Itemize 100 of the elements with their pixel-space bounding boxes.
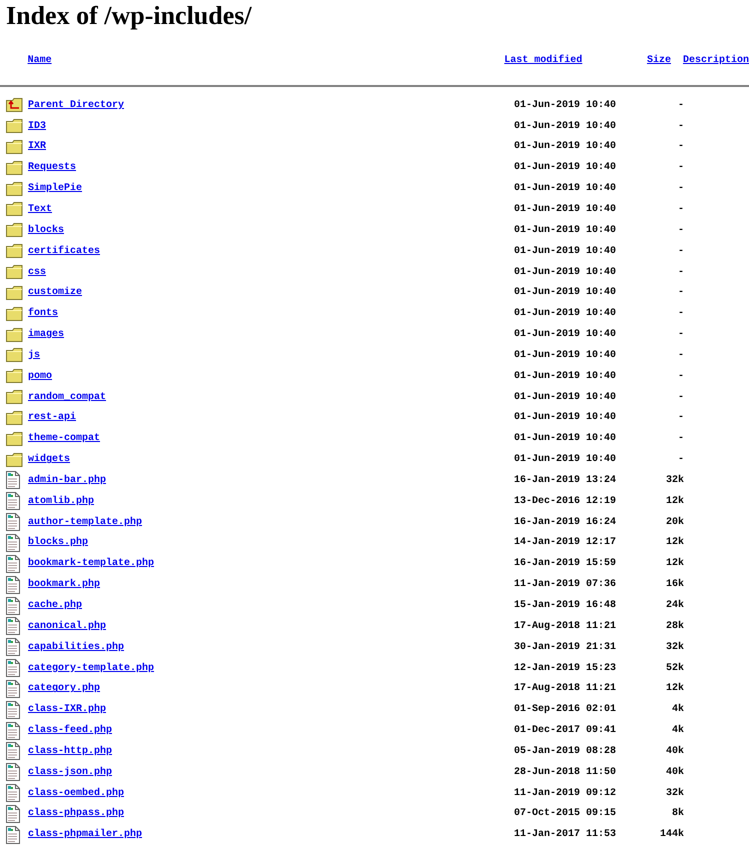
modified-date: 17-Aug-2018 11:21 — [514, 683, 618, 694]
directory-entry-link[interactable]: bookmark.php — [28, 579, 100, 590]
directory-entry-link[interactable]: class-phpass.php — [28, 808, 124, 820]
directory-entry-link[interactable]: canonical.php — [28, 620, 106, 632]
directory-entry-link[interactable]: widgets — [28, 454, 70, 466]
file-size: 20k — [664, 516, 684, 528]
modified-date: 01-Jun-2019 10:40 — [514, 392, 618, 403]
directory-entry-link[interactable]: bookmark-template.php — [28, 558, 154, 570]
folder-icon — [6, 369, 24, 384]
modified-date: 30-Jan-2019 21:31 — [514, 642, 618, 653]
directory-entry-link[interactable]: admin-bar.php — [28, 474, 106, 486]
modified-date: 01-Jun-2019 10:40 — [514, 162, 618, 174]
directory-entry-link[interactable]: Parent Directory — [28, 100, 124, 111]
folder-icon — [6, 223, 24, 238]
document-icon — [6, 826, 20, 844]
document-icon — [6, 784, 20, 802]
file-size: - — [676, 308, 684, 320]
modified-date: 01-Jun-2019 10:40 — [514, 141, 618, 152]
directory-entry-link[interactable]: IXR — [28, 141, 46, 152]
directory-entry-link[interactable]: atomlib.php — [28, 496, 94, 507]
modified-date: 01-Jun-2019 10:40 — [514, 120, 618, 132]
document-icon — [6, 576, 20, 594]
file-size: - — [676, 350, 684, 361]
modified-date: 16-Jan-2019 13:24 — [514, 474, 618, 486]
directory-entry-link[interactable]: ID3 — [28, 120, 46, 132]
directory-entry-link[interactable]: css — [28, 266, 46, 278]
directory-entry-link[interactable]: SimplePie — [28, 183, 82, 194]
file-size: 32k — [664, 642, 684, 653]
directory-entry-link[interactable]: blocks — [28, 224, 64, 236]
modified-date: 01-Jun-2019 10:40 — [514, 370, 618, 382]
directory-entry-link[interactable]: js — [28, 350, 40, 361]
directory-entry-link[interactable]: cache.php — [28, 600, 82, 612]
file-size: 24k — [664, 600, 684, 612]
modified-date: 01-Jun-2019 10:40 — [514, 224, 618, 236]
directory-entry-link[interactable]: class-feed.php — [28, 725, 112, 736]
folder-icon — [6, 390, 24, 404]
modified-date: 01-Jun-2019 10:40 — [514, 287, 618, 298]
file-size: 52k — [664, 662, 684, 674]
document-icon — [6, 617, 20, 636]
folder-icon — [6, 410, 24, 425]
file-size: - — [676, 141, 684, 152]
directory-entry-link[interactable]: theme-compat — [28, 433, 100, 444]
modified-date: 16-Jan-2019 16:24 — [514, 516, 618, 528]
file-size: 32k — [664, 788, 684, 799]
directory-entry-link[interactable]: blocks.php — [28, 537, 88, 548]
last-modified-column-link[interactable]: Last modified — [504, 54, 582, 66]
file-size: 12k — [664, 683, 684, 694]
folder-icon — [6, 328, 24, 342]
modified-date: 01-Jun-2019 10:40 — [514, 454, 618, 466]
document-icon — [6, 492, 20, 510]
directory-entry-link[interactable]: class-phpmailer.php — [28, 829, 142, 840]
modified-date: 01-Jun-2019 10:40 — [514, 100, 618, 111]
directory-entry-link[interactable]: author-template.php — [28, 516, 142, 528]
folder-icon — [6, 119, 24, 134]
directory-entry-link[interactable]: class-IXR.php — [28, 704, 106, 716]
folder-icon — [6, 348, 24, 362]
folder-icon — [6, 202, 24, 216]
directory-entry-link[interactable]: Text — [28, 204, 52, 215]
directory-entry-link[interactable]: class-http.php — [28, 746, 112, 757]
directory-entry-link[interactable]: Requests — [28, 162, 76, 174]
modified-date: 05-Jan-2019 08:28 — [514, 746, 618, 757]
document-icon — [6, 722, 20, 740]
document-icon — [6, 638, 20, 656]
folder-icon — [6, 182, 24, 196]
directory-entry-link[interactable]: customize — [28, 287, 82, 298]
description-column-link[interactable]: Description — [682, 54, 749, 66]
directory-entry-link[interactable]: random_compat — [28, 392, 106, 403]
directory-entry-link[interactable]: class-oembed.php — [28, 788, 124, 799]
modified-date: 15-Jan-2019 16:48 — [514, 600, 618, 612]
file-size: - — [676, 204, 684, 215]
modified-date: 14-Jan-2019 12:17 — [514, 537, 618, 548]
directory-entry-link[interactable]: rest-api — [28, 412, 76, 424]
directory-entry-link[interactable]: category.php — [28, 683, 100, 694]
file-size: - — [676, 454, 684, 466]
file-size: 40k — [664, 746, 684, 757]
file-size: - — [676, 246, 684, 257]
file-size: - — [676, 287, 684, 298]
document-icon — [6, 804, 20, 823]
file-size: 32k — [664, 474, 684, 486]
file-size: - — [676, 120, 684, 132]
file-size: 144k — [658, 829, 684, 840]
directory-entry-link[interactable]: images — [28, 329, 64, 340]
directory-entry-link[interactable]: fonts — [28, 308, 58, 320]
file-size: - — [676, 224, 684, 236]
size-column-link[interactable]: Size — [646, 54, 671, 66]
directory-entry-link[interactable]: pomo — [28, 370, 52, 382]
directory-entry-link[interactable]: class-json.php — [28, 766, 112, 778]
file-size: 12k — [664, 537, 684, 548]
modified-date: 16-Jan-2019 15:59 — [514, 558, 618, 570]
document-icon — [6, 513, 20, 532]
directory-entry-link[interactable]: category-template.php — [28, 662, 154, 674]
file-size: - — [676, 100, 684, 111]
modified-date: 01-Jun-2019 10:40 — [514, 183, 618, 194]
directory-entry-link[interactable]: capabilities.php — [28, 642, 124, 653]
file-size: - — [676, 329, 684, 340]
name-column-link[interactable]: Name — [28, 54, 52, 66]
modified-date: 01-Jun-2019 10:40 — [514, 308, 618, 320]
directory-entry-link[interactable]: certificates — [28, 246, 100, 257]
modified-date: 12-Jan-2019 15:23 — [514, 662, 618, 674]
document-icon — [6, 742, 20, 760]
